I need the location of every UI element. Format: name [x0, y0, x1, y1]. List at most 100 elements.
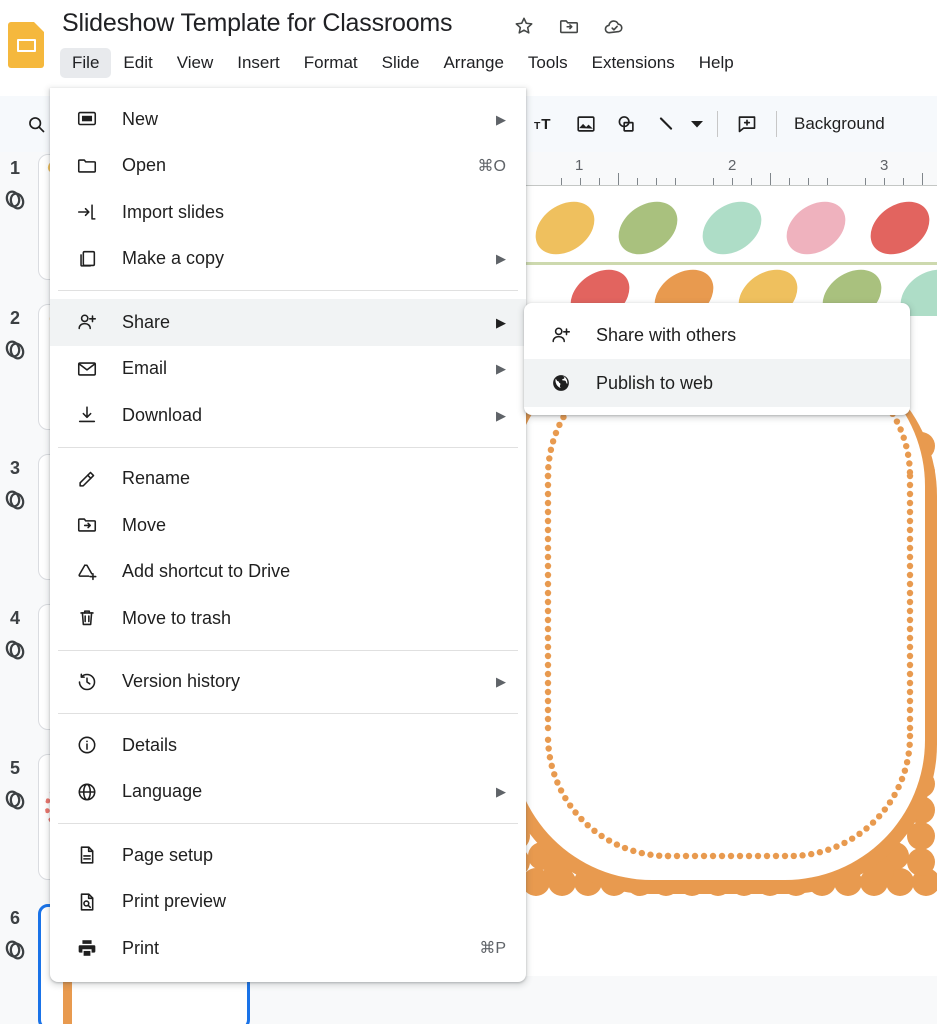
menu-divider: [58, 713, 518, 714]
menu-divider: [58, 823, 518, 824]
menu-tools[interactable]: Tools: [516, 48, 580, 78]
folder-move-icon: [74, 512, 100, 538]
file-menu-item-label: Import slides: [122, 201, 225, 222]
share-submenu[interactable]: Share with others Publish to web: [524, 303, 910, 415]
menu-slide[interactable]: Slide: [370, 48, 432, 78]
file-menu-item-version-history[interactable]: Version history ▶: [50, 659, 526, 706]
background-button[interactable]: Background: [786, 114, 893, 134]
menu-help[interactable]: Help: [687, 48, 746, 78]
folder-icon: [74, 153, 100, 179]
star-icon[interactable]: [512, 14, 536, 38]
file-menu-item-print[interactable]: Print ⌘P: [50, 925, 526, 972]
share-submenu-item-publish-to-web[interactable]: Publish to web: [524, 359, 910, 407]
file-menu-item-new[interactable]: New ▶: [50, 96, 526, 143]
ruler-label-1: 1: [575, 157, 584, 174]
trash-icon: [74, 605, 100, 631]
menu-arrange[interactable]: Arrange: [431, 48, 515, 78]
printer-icon: [74, 935, 100, 961]
move-to-folder-icon[interactable]: [557, 14, 581, 38]
skip-slide-icon[interactable]: [2, 636, 32, 666]
file-menu-item-label: Move: [122, 514, 167, 535]
keyboard-shortcut: ⌘O: [477, 157, 506, 175]
pencil-icon: [74, 466, 100, 492]
file-menu-item-email[interactable]: Email ▶: [50, 346, 526, 393]
toolbar-divider: [717, 111, 718, 137]
envelope-icon: [74, 356, 100, 382]
submenu-arrow-icon: ▶: [496, 251, 506, 267]
file-menu-item-label: Version history: [122, 671, 241, 692]
file-menu-item-label: Page setup: [122, 844, 214, 865]
file-menu-item-import-slides[interactable]: Import slides: [50, 189, 526, 236]
menu-view[interactable]: View: [165, 48, 226, 78]
skip-slide-icon[interactable]: [2, 486, 32, 516]
drive-shortcut-icon: [74, 559, 100, 585]
menu-divider: [58, 649, 518, 651]
ruler-label-2: 2: [728, 157, 737, 174]
file-menu-item-share[interactable]: Share ▶: [50, 299, 526, 346]
slide-number: 2: [10, 308, 21, 328]
file-menu-item-label: Language: [122, 781, 203, 802]
menu-file[interactable]: File: [60, 48, 112, 78]
file-menu-item-label: Rename: [122, 468, 191, 489]
menu-divider: [58, 290, 518, 291]
file-menu-item-open[interactable]: Open ⌘O: [50, 143, 526, 190]
submenu-arrow-icon: ▶: [496, 674, 506, 690]
page-setup-icon: [74, 842, 100, 868]
file-menu-item-page-setup[interactable]: Page setup: [50, 832, 526, 879]
slide-number: 5: [10, 758, 21, 778]
skip-slide-icon[interactable]: [2, 786, 32, 816]
file-menu-item-details[interactable]: Details: [50, 722, 526, 769]
google-slides-logo: [8, 22, 44, 68]
file-menu-item-make-a-copy[interactable]: Make a copy ▶: [50, 236, 526, 283]
skip-slide-icon[interactable]: [2, 336, 32, 366]
file-menu-item-label: Share: [122, 311, 171, 332]
file-menu-item-move-to-trash[interactable]: Move to trash: [50, 595, 526, 642]
text-box-button[interactable]: T T: [526, 104, 566, 144]
info-icon: [74, 732, 100, 758]
insert-shape-button[interactable]: [606, 104, 646, 144]
keyboard-shortcut: ⌘P: [479, 940, 506, 958]
menu-format[interactable]: Format: [292, 48, 370, 78]
ruler-label-3: 3: [880, 157, 889, 174]
slide-number: 6: [10, 908, 21, 928]
file-menu-item-move[interactable]: Move: [50, 502, 526, 549]
menu-edit[interactable]: Edit: [111, 48, 164, 78]
skip-slide-icon[interactable]: [2, 186, 32, 216]
history-icon: [74, 669, 100, 695]
menu-divider: [58, 446, 518, 448]
import-slides-icon: [74, 199, 100, 225]
menu-extensions[interactable]: Extensions: [580, 48, 687, 78]
file-menu-item-add-shortcut-to-drive[interactable]: Add shortcut to Drive: [50, 549, 526, 596]
cloud-saved-icon[interactable]: [602, 14, 626, 38]
scalloped-frame-decoration: [520, 386, 937, 896]
submenu-arrow-icon: ▶: [496, 314, 506, 330]
submenu-arrow-icon: ▶: [496, 407, 506, 423]
skip-slide-icon[interactable]: [2, 936, 32, 966]
new-presentation-icon: [74, 106, 100, 132]
chevron-down-icon[interactable]: [686, 104, 708, 144]
file-menu-item-print-preview[interactable]: Print preview: [50, 879, 526, 926]
petal-decoration: [520, 201, 937, 316]
add-comment-icon[interactable]: [727, 104, 767, 144]
insert-line-button[interactable]: [646, 104, 686, 144]
menu-insert[interactable]: Insert: [225, 48, 292, 78]
file-menu-dropdown[interactable]: New ▶ Open ⌘O Import slides Make a copy: [50, 88, 526, 982]
menu-bar: File Edit View Insert Format Slide Arran…: [60, 48, 746, 78]
file-menu-item-rename[interactable]: Rename: [50, 456, 526, 503]
svg-text:T: T: [534, 121, 541, 132]
file-menu-item-label: New: [122, 108, 159, 129]
file-menu-item-label: Move to trash: [122, 607, 232, 628]
file-menu-item-language[interactable]: Language ▶: [50, 769, 526, 816]
slide-number: 1: [10, 158, 21, 178]
toolbar-divider-2: [776, 111, 777, 137]
insert-image-button[interactable]: [566, 104, 606, 144]
title-bar: Slideshow Template for Classrooms File E…: [0, 0, 937, 88]
page-title[interactable]: Slideshow Template for Classrooms: [62, 9, 453, 38]
person-add-icon: [548, 322, 574, 348]
share-submenu-item-label: Publish to web: [596, 372, 714, 393]
share-submenu-item-share-with-others[interactable]: Share with others: [524, 311, 910, 359]
globe-filled-icon: [548, 370, 574, 396]
submenu-arrow-icon: ▶: [496, 111, 506, 127]
file-menu-item-label: Make a copy: [122, 248, 225, 269]
file-menu-item-download[interactable]: Download ▶: [50, 392, 526, 439]
